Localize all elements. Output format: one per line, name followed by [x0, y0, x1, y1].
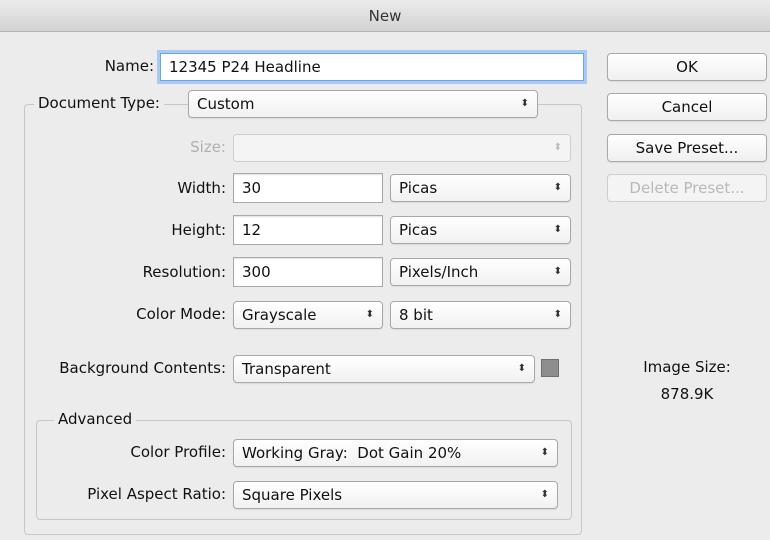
window-title: New: [0, 0, 770, 32]
size-label: Size:: [190, 138, 226, 156]
resolution-unit-select[interactable]: Pixels/Inch ⬍: [390, 258, 571, 286]
width-unit-select[interactable]: Picas ⬍: [390, 174, 571, 202]
image-size-label: Image Size:: [643, 358, 731, 376]
background-color-swatch[interactable]: [541, 359, 559, 377]
background-contents-label: Background Contents:: [59, 359, 226, 377]
color-mode-select[interactable]: Grayscale ⬍: [233, 301, 383, 329]
width-input[interactable]: 30: [233, 173, 383, 203]
background-contents-select[interactable]: Transparent ⬍: [233, 355, 535, 383]
save-preset-button[interactable]: Save Preset...: [607, 134, 767, 162]
color-profile-value: Working Gray: Dot Gain 20%: [242, 444, 462, 462]
color-profile-label: Color Profile:: [130, 443, 226, 461]
delete-preset-button: Delete Preset...: [607, 174, 767, 202]
resolution-label: Resolution:: [142, 263, 226, 281]
color-mode-value: Grayscale: [242, 306, 317, 324]
height-input[interactable]: 12: [233, 215, 383, 245]
resolution-input[interactable]: 300: [233, 257, 383, 287]
cancel-button[interactable]: Cancel: [607, 93, 767, 121]
ok-button[interactable]: OK: [607, 53, 767, 81]
bit-depth-value: 8 bit: [399, 306, 433, 324]
pixel-aspect-ratio-label: Pixel Aspect Ratio:: [87, 485, 226, 503]
select-arrow-icon: ⬍: [553, 266, 562, 277]
select-arrow-icon: ⬍: [553, 142, 562, 153]
width-label: Width:: [177, 179, 226, 197]
color-profile-select[interactable]: Working Gray: Dot Gain 20% ⬍: [233, 439, 558, 467]
select-arrow-icon: ⬍: [553, 182, 562, 193]
height-unit-select[interactable]: Picas ⬍: [390, 216, 571, 244]
select-arrow-icon: ⬍: [365, 309, 374, 320]
select-arrow-icon: ⬍: [540, 489, 549, 500]
name-label: Name:: [104, 57, 154, 75]
size-select: ⬍: [233, 134, 571, 162]
document-type-value: Custom: [197, 95, 255, 113]
height-unit-value: Picas: [399, 221, 438, 239]
height-label: Height:: [171, 221, 226, 239]
select-arrow-icon: ⬍: [553, 309, 562, 320]
bit-depth-select[interactable]: 8 bit ⬍: [390, 301, 571, 329]
pixel-aspect-ratio-value: Square Pixels: [242, 486, 343, 504]
document-type-label: Document Type:: [34, 93, 164, 113]
width-unit-value: Picas: [399, 179, 438, 197]
image-size-value: 878.9K: [660, 385, 714, 403]
select-arrow-icon: ⬍: [520, 98, 529, 109]
advanced-label: Advanced: [54, 409, 137, 429]
name-input[interactable]: 12345 P24 Headline: [160, 53, 584, 81]
select-arrow-icon: ⬍: [553, 224, 562, 235]
document-type-select[interactable]: Custom ⬍: [188, 90, 538, 118]
pixel-aspect-ratio-select[interactable]: Square Pixels ⬍: [233, 481, 558, 509]
resolution-unit-value: Pixels/Inch: [399, 263, 479, 281]
select-arrow-icon: ⬍: [517, 363, 526, 374]
select-arrow-icon: ⬍: [540, 447, 549, 458]
color-mode-label: Color Mode:: [136, 305, 226, 323]
background-contents-value: Transparent: [242, 360, 331, 378]
